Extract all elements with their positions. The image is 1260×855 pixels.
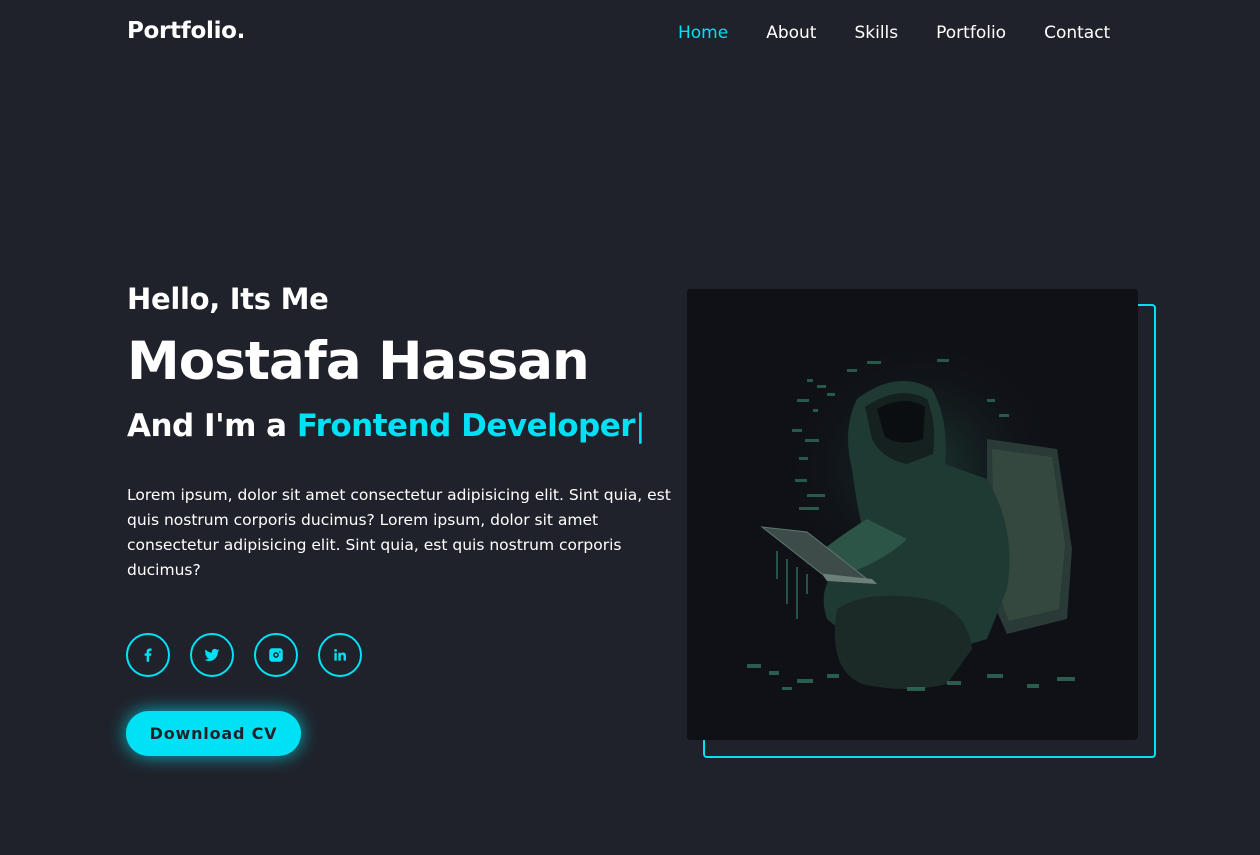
role-title: Frontend Developer [296, 408, 636, 444]
main-nav: Home About Skills Portfolio Contact [678, 23, 1110, 43]
role-prefix: And I'm a [127, 408, 287, 444]
nav-link-contact[interactable]: Contact [1044, 23, 1110, 43]
linkedin-icon [334, 649, 346, 661]
nav-link-about[interactable]: About [766, 23, 816, 43]
nav-link-home[interactable]: Home [678, 23, 728, 43]
hero-greeting: Hello, Its Me [127, 282, 329, 316]
social-links [126, 633, 362, 677]
instagram-link[interactable] [254, 633, 298, 677]
download-cv-button[interactable]: Download CV [126, 711, 301, 756]
hero-image [687, 289, 1138, 740]
hero-role: And I'm a Frontend Developer| [127, 408, 646, 444]
site-header: Portfolio. Home About Skills Portfolio C… [0, 0, 1260, 70]
nav-link-skills[interactable]: Skills [854, 23, 898, 43]
linkedin-link[interactable] [318, 633, 362, 677]
page: Portfolio. Home About Skills Portfolio C… [0, 0, 1260, 855]
hooded-hacker-illustration [687, 289, 1138, 740]
twitter-link[interactable] [190, 633, 234, 677]
hero-description: Lorem ipsum, dolor sit amet consectetur … [127, 486, 671, 579]
instagram-icon [269, 648, 283, 662]
twitter-icon [204, 648, 220, 661]
logo[interactable]: Portfolio. [127, 18, 245, 44]
typing-cursor: | [635, 408, 646, 444]
facebook-link[interactable] [126, 633, 170, 677]
hero-name: Mostafa Hassan [127, 331, 590, 392]
facebook-icon [144, 648, 152, 662]
nav-link-portfolio[interactable]: Portfolio [936, 23, 1006, 43]
